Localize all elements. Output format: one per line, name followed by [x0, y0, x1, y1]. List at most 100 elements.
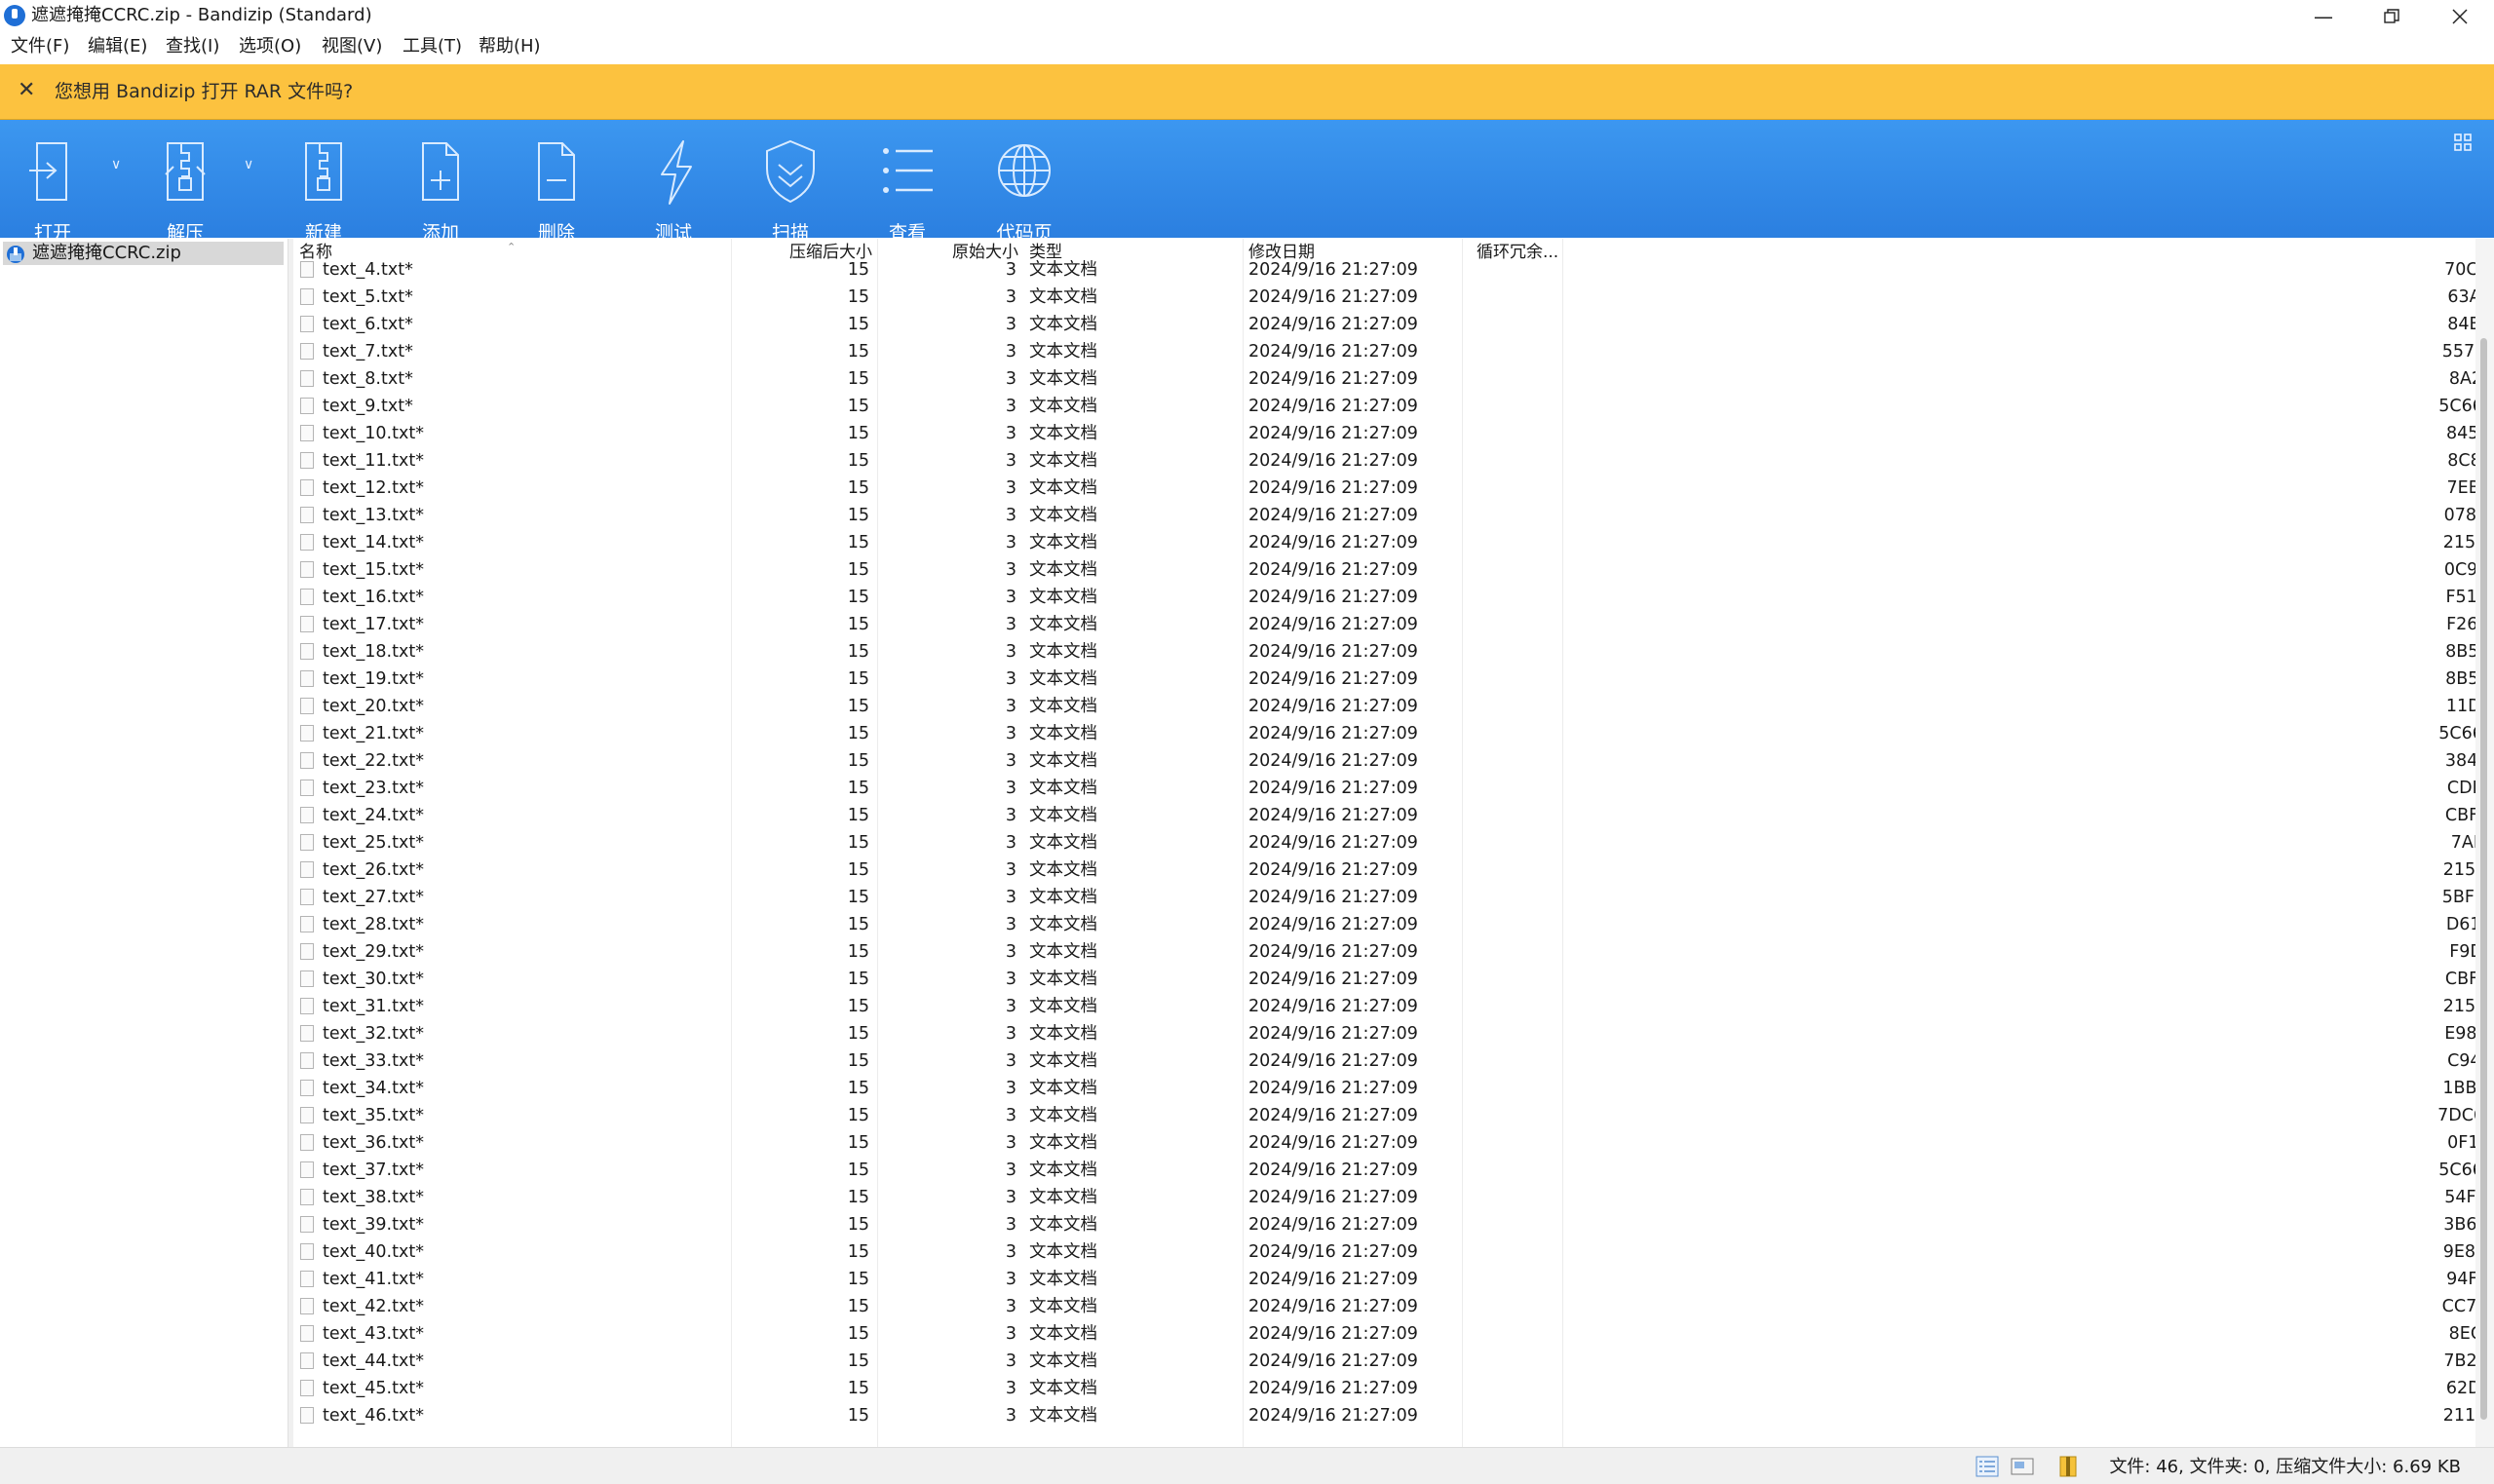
table-row[interactable]: text_23.txt*153文本文档2024/9/16 21:27:09CDF… [292, 775, 2475, 802]
original-size-cell: 3 [1005, 369, 1017, 389]
table-row[interactable]: text_34.txt* 15 3 文本文档 2024/9/16 21:27:09 1BB… [292, 1075, 2475, 1102]
open-dropdown-chevron-icon[interactable]: ∨ [111, 157, 121, 172]
table-row[interactable]: text_8.txt*153文本文档2024/9/16 21:27:098A2A… [292, 365, 2475, 393]
file-type-cell: 文本文档 [1029, 724, 1097, 743]
table-row[interactable]: text_39.txt* 15 3 文本文档 2024/9/16 21:27:09 3B6… [292, 1211, 2475, 1238]
scrollbar-thumb[interactable] [2480, 338, 2487, 1420]
crc-cell: 8B5919F7 [2445, 642, 2475, 662]
new-archive-button[interactable]: 新建 [275, 137, 372, 244]
crc-cell: 63AD43... [2447, 287, 2475, 307]
table-row[interactable]: text_5.txt*153文本文档2024/9/16 21:27:0963AD… [292, 284, 2475, 311]
original-size-cell: 3 [1005, 915, 1017, 934]
table-row[interactable]: text_13.txt* 15 3 文本文档 2024/9/16 21:27:09 078… [292, 502, 2475, 529]
file-type-cell: 文本文档 [1029, 397, 1097, 416]
menu-options[interactable]: 选项(O) [239, 35, 301, 58]
table-row[interactable]: text_4.txt*153文本文档2024/9/16 21:27:0970C6… [292, 256, 2475, 284]
add-button[interactable]: 添加 [392, 137, 489, 244]
close-notification-icon[interactable]: ✕ [18, 77, 35, 104]
preview-view-icon[interactable] [2011, 1456, 2034, 1477]
table-row[interactable]: text_42.txt* 15 3 文本文档 2024/9/16 21:27:09 CC7… [292, 1293, 2475, 1320]
table-row[interactable]: text_7.txt*153文本文档2024/9/16 21:27:095576… [292, 338, 2475, 365]
table-row[interactable]: text_32.txt* 15 3 文本文档 2024/9/16 21:27:09 E98… [292, 1020, 2475, 1047]
table-row[interactable]: text_6.txt*153文本文档2024/9/16 21:27:0984BD… [292, 311, 2475, 338]
table-row[interactable]: text_35.txt* 15 3 文本文档 2024/9/16 21:27:09 7DC… [292, 1102, 2475, 1129]
original-size-cell: 3 [1005, 970, 1017, 989]
table-row[interactable]: text_10.txt* 15 3 文本文档 2024/9/16 21:27:09 845… [292, 420, 2475, 447]
menu-edit[interactable]: 编辑(E) [88, 35, 147, 58]
file-type-cell: 文本文档 [1029, 424, 1097, 443]
table-row[interactable]: text_45.txt* 15 3 文本文档 2024/9/16 21:27:09 62D… [292, 1375, 2475, 1402]
original-size-cell: 3 [1005, 424, 1017, 443]
layout-grid-icon[interactable] [2454, 133, 2472, 151]
original-size-cell: 3 [1005, 779, 1017, 798]
menu-tools[interactable]: 工具(T) [403, 35, 462, 58]
notification-message[interactable]: 您想用 Bandizip 打开 RAR 文件吗? [55, 78, 353, 105]
table-row[interactable]: text_9.txt*153文本文档2024/9/16 21:27:095C66… [292, 393, 2475, 420]
table-row[interactable]: text_41.txt* 15 3 文本文档 2024/9/16 21:27:09 94F… [292, 1266, 2475, 1293]
table-row[interactable]: text_22.txt* 15 3 文本文档 2024/9/16 21:27:09 384… [292, 747, 2475, 775]
scan-button[interactable]: 扫描 [742, 137, 839, 244]
file-type-cell: 文本文档 [1029, 642, 1097, 662]
close-window-button[interactable] [2426, 0, 2494, 32]
extract-dropdown-chevron-icon[interactable]: ∨ [244, 157, 253, 172]
table-row[interactable]: text_36.txt* 15 3 文本文档 2024/9/16 21:27:09 0F1… [292, 1129, 2475, 1157]
menu-find[interactable]: 查找(I) [166, 35, 219, 58]
tree-item-archive[interactable]: 遮遮掩掩CCRC.zip [3, 242, 284, 265]
crc-cell: CC7FCC02 [2441, 1297, 2475, 1316]
table-row[interactable]: text_14.txt* 15 3 文本文档 2024/9/16 21:27:09 215… [292, 529, 2475, 556]
restore-button[interactable] [2358, 0, 2426, 32]
table-row[interactable]: text_26.txt* 15 3 文本文档 2024/9/16 21:27:09 215… [292, 856, 2475, 884]
menu-view[interactable]: 视图(V) [322, 35, 382, 58]
original-size-cell: 3 [1005, 888, 1017, 907]
test-button[interactable]: 测试 [625, 137, 722, 244]
table-row[interactable]: text_12.txt* 15 3 文本文档 2024/9/16 21:27:09 7EB… [292, 475, 2475, 502]
table-row[interactable]: text_40.txt* 15 3 文本文档 2024/9/16 21:27:09 9E8… [292, 1238, 2475, 1266]
crc-cell: 54F6AB19 [2444, 1188, 2475, 1207]
minimize-button[interactable]: — [2289, 0, 2358, 32]
table-row[interactable]: text_28.txt* 15 3 文本文档 2024/9/16 21:27:09 D61… [292, 911, 2475, 938]
table-row[interactable]: text_33.txt*153文本文档2024/9/16 21:27:09C94… [292, 1047, 2475, 1075]
table-row[interactable]: text_21.txt* 15 3 文本文档 2024/9/16 21:27:09 5C6… [292, 720, 2475, 747]
table-row[interactable]: text_44.txt* 15 3 文本文档 2024/9/16 21:27:09 7B2… [292, 1348, 2475, 1375]
table-row[interactable]: text_38.txt* 15 3 文本文档 2024/9/16 21:27:09 54F… [292, 1184, 2475, 1211]
table-row[interactable]: text_30.txt* 15 3 文本文档 2024/9/16 21:27:09 CBF… [292, 966, 2475, 993]
table-row[interactable]: text_25.txt*153文本文档2024/9/16 21:27:097AF… [292, 829, 2475, 856]
codepage-button[interactable]: 代码页 [976, 137, 1073, 244]
file-type-cell: 文本文档 [1029, 970, 1097, 989]
table-row[interactable]: text_43.txt*153文本文档2024/9/16 21:27:098EC… [292, 1320, 2475, 1348]
table-row[interactable]: text_37.txt* 15 3 文本文档 2024/9/16 21:27:09 5C6… [292, 1157, 2475, 1184]
crc-cell: 55769DB8 [2441, 342, 2475, 361]
globe-icon [998, 144, 1051, 197]
table-row[interactable]: text_11.txt*153文本文档2024/9/16 21:27:098C8… [292, 447, 2475, 475]
table-row[interactable]: text_17.txt* 15 3 文本文档 2024/9/16 21:27:09 F26… [292, 611, 2475, 638]
original-size-cell: 3 [1005, 478, 1017, 498]
zip-archive-icon [7, 246, 24, 263]
table-row[interactable]: text_18.txt* 15 3 文本文档 2024/9/16 21:27:09 8B5… [292, 638, 2475, 666]
file-type-cell: 文本文档 [1029, 342, 1097, 361]
table-row[interactable]: text_15.txt* 15 3 文本文档 2024/9/16 21:27:09 0C9… [292, 556, 2475, 584]
menu-file[interactable]: 文件(F) [11, 35, 69, 58]
table-row[interactable]: text_19.txt* 15 3 文本文档 2024/9/16 21:27:09 8B5… [292, 666, 2475, 693]
table-row[interactable]: text_31.txt* 15 3 文本文档 2024/9/16 21:27:09 215… [292, 993, 2475, 1020]
crc-cell: 8B5919F7 [2445, 669, 2475, 689]
table-row[interactable]: text_24.txt* 15 3 文本文档 2024/9/16 21:27:09 CBF… [292, 802, 2475, 829]
file-type-cell: 文本文档 [1029, 588, 1097, 607]
crc-cell: 5C66F4C... [2438, 1161, 2475, 1180]
extract-button[interactable]: 解压 [136, 137, 234, 244]
open-button[interactable]: 打开 [4, 137, 101, 244]
table-row[interactable]: text_29.txt*153文本文档2024/9/16 21:27:09F9D… [292, 938, 2475, 966]
table-row[interactable]: text_27.txt* 15 3 文本文档 2024/9/16 21:27:09 5BF… [292, 884, 2475, 911]
table-row[interactable]: text_46.txt* 15 3 文本文档 2024/9/16 21:27:09 211… [292, 1402, 2475, 1429]
delete-button[interactable]: 删除 [508, 137, 605, 244]
archive-info-icon[interactable] [2056, 1456, 2080, 1477]
details-view-icon[interactable] [1976, 1456, 1999, 1477]
vertical-scrollbar[interactable] [2475, 239, 2494, 1447]
view-button[interactable]: 查看 [859, 137, 956, 244]
table-row[interactable]: text_16.txt* 15 3 文本文档 2024/9/16 21:27:09 F51… [292, 584, 2475, 611]
crc-cell: E98E7A37 [2444, 1024, 2475, 1044]
menu-help[interactable]: 帮助(H) [479, 35, 541, 58]
table-row[interactable]: text_20.txt* 15 3 文本文档 2024/9/16 21:27:09 11D… [292, 693, 2475, 720]
delete-file-icon [538, 142, 575, 201]
original-size-cell: 3 [1005, 615, 1017, 634]
crc-cell: 7B2FB1B3 [2443, 1351, 2475, 1371]
